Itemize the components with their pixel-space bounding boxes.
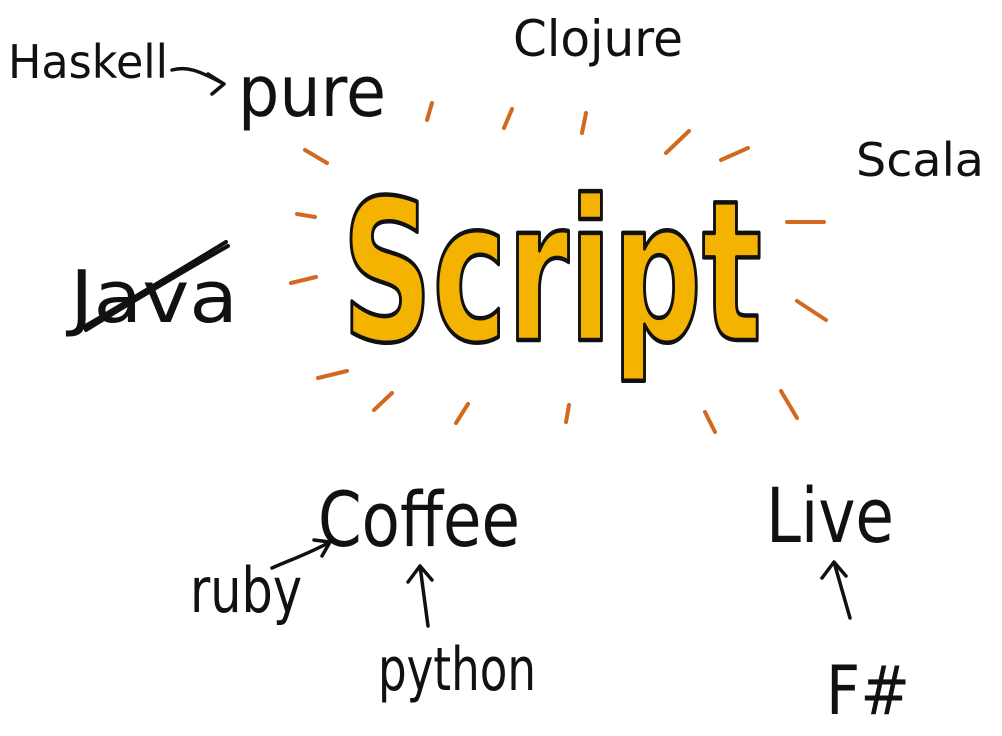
ray [303, 148, 329, 165]
arrow-python-to-coffee [406, 564, 434, 628]
label-live: Live [766, 471, 894, 560]
label-scala: Scala [856, 133, 984, 187]
ray [795, 299, 828, 322]
label-pure: pure [238, 51, 386, 133]
ray [564, 403, 571, 424]
ray [425, 101, 434, 122]
arrow-fsharp-to-live [820, 560, 852, 620]
label-clojure: Clojure [513, 10, 683, 68]
label-haskell: Haskell [8, 35, 168, 89]
ray [664, 129, 691, 155]
center-word-script: Script [342, 159, 762, 387]
ray [454, 402, 470, 425]
arrow-haskell-to-pure [170, 66, 226, 96]
ray [295, 212, 317, 219]
ray [779, 389, 799, 420]
ray [289, 275, 318, 285]
label-python: python [378, 635, 536, 705]
script-sketch-diagram: Script Haskell pure Clojure Scala Java C… [8, 10, 984, 731]
ray [372, 391, 394, 412]
label-coffee: Coffee [318, 475, 520, 564]
label-ruby: ruby [190, 554, 302, 627]
label-fsharp: F# [826, 652, 910, 731]
ray [703, 410, 717, 434]
ray [502, 107, 514, 130]
ray [580, 111, 588, 135]
